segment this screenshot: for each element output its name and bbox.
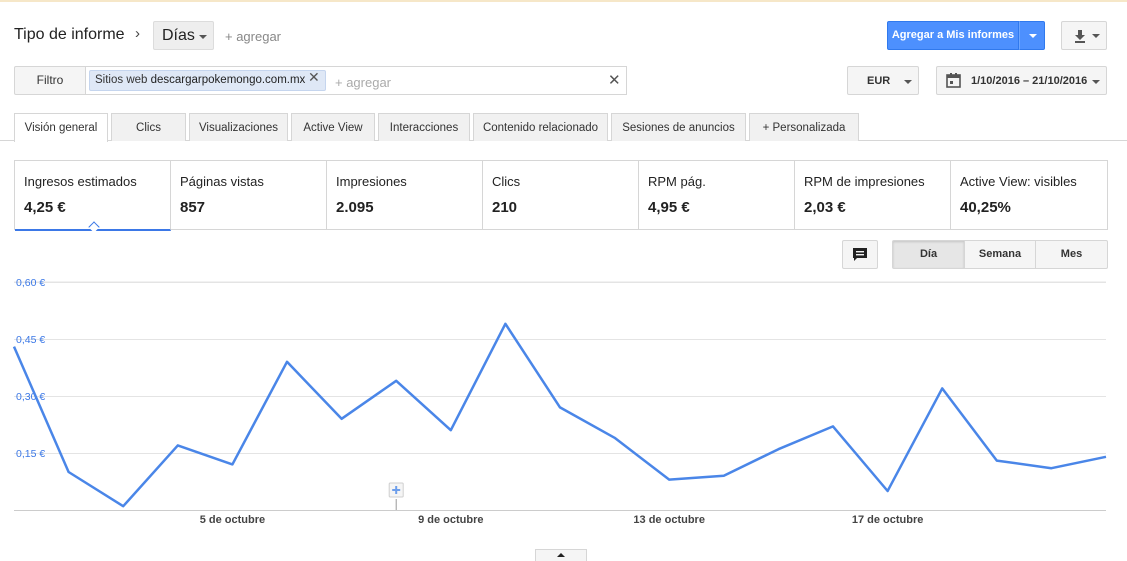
x-tick-label: 9 de octubre [418, 514, 483, 526]
report-type-label: Tipo de informe [14, 26, 125, 43]
metrics-bar: Ingresos estimados 4,25 € Páginas vistas… [14, 160, 1108, 233]
metric-clics[interactable]: Clics 210 [483, 161, 639, 229]
add-to-reports-menu-button[interactable] [1019, 21, 1045, 50]
chevron-up-icon [557, 553, 565, 557]
data-point[interactable] [501, 320, 509, 328]
filter-chip-prefix: Sitios web [95, 74, 148, 86]
metric-impresiones[interactable]: Impresiones 2.095 [327, 161, 483, 229]
chevron-down-icon [1029, 34, 1037, 38]
currency-label: EUR [867, 75, 891, 87]
collapse-chart-button[interactable] [535, 549, 587, 561]
metric-rpm-impresiones[interactable]: RPM de impresiones 2,03 € [795, 161, 951, 229]
metric-label: Ingresos estimados [24, 174, 137, 189]
data-point[interactable] [829, 422, 837, 430]
y-tick-label: 0,30 € [16, 391, 45, 403]
x-tick-label: 13 de octubre [633, 514, 705, 526]
currency-dropdown[interactable]: EUR [847, 66, 919, 95]
data-point[interactable] [938, 384, 946, 392]
filter-add-input[interactable]: + agregar [335, 75, 391, 90]
breadcrumb-chevron: › [135, 25, 140, 42]
data-point[interactable] [1047, 464, 1055, 472]
calendar-icon [946, 73, 961, 88]
granularity-dropdown-label: Días [162, 27, 195, 44]
clear-filter-icon[interactable]: ✕ [608, 71, 621, 89]
annotations-button[interactable] [842, 240, 878, 269]
metric-value: 2,03 € [804, 199, 846, 216]
metric-label: Páginas vistas [180, 174, 264, 189]
tab-visualizaciones[interactable]: Visualizaciones [189, 113, 288, 141]
data-point[interactable] [10, 343, 18, 351]
data-point[interactable] [228, 460, 236, 468]
earnings-series-line [12, 322, 1107, 508]
metric-value: 40,25% [960, 199, 1011, 216]
tab-vision-general[interactable]: Visión general [14, 113, 108, 142]
filter-chip[interactable]: Sitios web descargarpokemongo.com.mx [89, 70, 326, 91]
metric-label: RPM pág. [648, 174, 706, 189]
granularity-week[interactable]: Semana [964, 240, 1036, 269]
y-tick-label: 0,15 € [16, 448, 45, 460]
data-point[interactable] [556, 403, 564, 411]
data-point[interactable] [447, 426, 455, 434]
tab-clics[interactable]: Clics [111, 113, 186, 141]
granularity-month[interactable]: Mes [1035, 240, 1108, 269]
tab-contenido-relacionado[interactable]: Contenido relacionado [473, 113, 608, 141]
add-to-my-reports-button[interactable]: Agregar a Mis informes [887, 21, 1019, 50]
selection-notch [88, 221, 100, 233]
metric-label: Impresiones [336, 174, 407, 189]
data-point[interactable] [720, 472, 728, 480]
metric-ingresos-estimados[interactable]: Ingresos estimados 4,25 € [15, 161, 171, 233]
data-point[interactable] [774, 445, 782, 453]
granularity-dropdown[interactable]: Días [153, 21, 214, 50]
chevron-down-icon [904, 80, 912, 84]
data-point[interactable] [993, 457, 1001, 465]
metric-value: 210 [492, 199, 518, 216]
date-range-label: 1/10/2016 – 21/10/2016 [971, 75, 1088, 87]
chevron-down-icon [199, 35, 207, 39]
x-tick-label: 5 de octubre [200, 514, 265, 526]
download-button[interactable] [1061, 21, 1107, 50]
filter-button[interactable]: Filtro [14, 66, 86, 95]
metric-value: 857 [180, 199, 206, 216]
date-range-dropdown[interactable]: 1/10/2016 – 21/10/2016 [936, 66, 1107, 95]
tab-active-view[interactable]: Active View [291, 113, 375, 141]
metric-active-view-visibles[interactable]: Active View: visibles 40,25% [951, 161, 1107, 229]
chevron-down-icon [1092, 80, 1100, 84]
granularity-day[interactable]: Día [892, 240, 965, 269]
metric-label: Active View: visibles [960, 174, 1077, 189]
data-point[interactable] [611, 434, 619, 442]
top-warning-line [0, 0, 1127, 2]
remove-filter-icon[interactable]: ✕ [308, 69, 320, 86]
data-point[interactable] [119, 502, 127, 510]
data-point[interactable] [884, 487, 892, 495]
data-point[interactable] [1102, 453, 1110, 461]
data-point[interactable] [65, 468, 73, 476]
comment-icon [853, 248, 867, 261]
metric-label: Clics [492, 174, 521, 189]
metric-value: 4,95 € [648, 199, 690, 216]
data-point[interactable] [665, 476, 673, 484]
data-point[interactable] [283, 358, 291, 366]
x-tick-label: 17 de octubre [852, 514, 924, 526]
earnings-line-chart: 0,15 € 0,30 € 0,45 € 0,60 € 5 de octubre 9 de… [10, 277, 1110, 526]
y-tick-label: 0,45 € [16, 334, 45, 346]
filter-chip-value: descargarpokemongo.com.mx [150, 74, 306, 86]
data-point[interactable] [174, 441, 182, 449]
y-tick-label: 0,60 € [16, 277, 45, 289]
filter-bar[interactable]: Sitios web descargarpokemongo.com.mx ✕ +… [85, 66, 627, 95]
metric-paginas-vistas[interactable]: Páginas vistas 857 [171, 161, 327, 229]
metric-label: RPM de impresiones [804, 174, 925, 189]
metric-rpm-pag[interactable]: RPM pág. 4,95 € [639, 161, 795, 229]
chevron-down-icon [1092, 34, 1100, 38]
tab-sesiones-de-anuncios[interactable]: Sesiones de anuncios [611, 113, 746, 141]
metric-value: 4,25 € [24, 199, 66, 216]
download-icon [1075, 30, 1085, 43]
data-point[interactable] [392, 377, 400, 385]
add-dimension-link[interactable]: + agregar [225, 29, 281, 44]
tab-interacciones[interactable]: Interacciones [378, 113, 470, 141]
data-point[interactable] [338, 415, 346, 423]
metric-value: 2.095 [336, 199, 374, 216]
tab-personalizada[interactable]: + Personalizada [749, 113, 859, 141]
